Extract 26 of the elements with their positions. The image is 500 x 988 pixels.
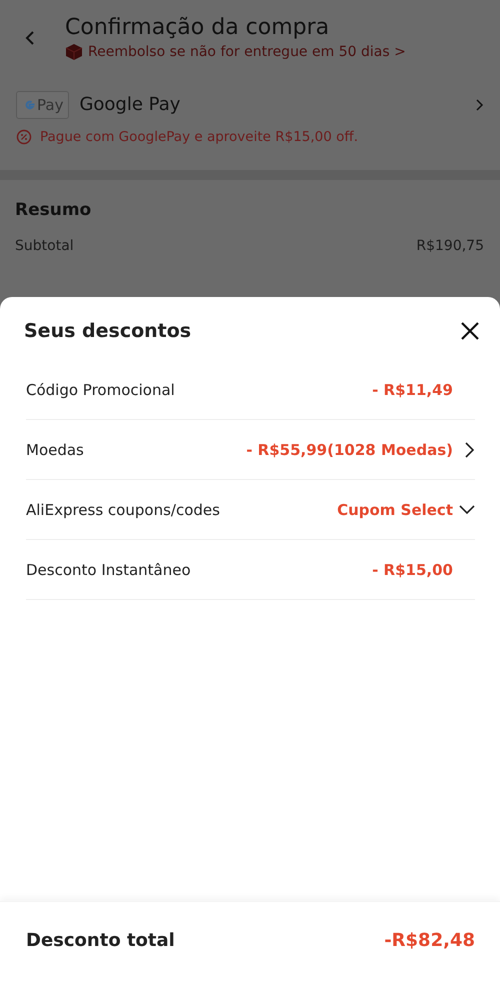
- discount-value: - R$15,00: [372, 560, 453, 578]
- summary-value: R$190,75: [416, 238, 484, 254]
- close-icon[interactable]: [460, 320, 480, 340]
- discount-label: Código Promocional: [26, 380, 176, 398]
- chevron-down-icon[interactable]: [459, 504, 475, 515]
- chevron-right-icon[interactable]: [464, 440, 475, 458]
- total-label: Desconto total: [26, 930, 175, 950]
- box-icon: [65, 43, 83, 61]
- sheet-title: Seus descontos: [24, 320, 192, 342]
- summary-title: Resumo: [15, 200, 92, 220]
- discount-icon: [16, 129, 32, 145]
- google-pay-logo: Pay: [16, 90, 70, 118]
- payment-method-name: Google Pay: [79, 94, 182, 115]
- refund-notice[interactable]: Reembolso se não for entregue em 50 dias >: [88, 44, 406, 60]
- back-icon[interactable]: [24, 30, 35, 46]
- chevron-right-icon: [475, 98, 484, 112]
- discount-label: Desconto Instantâneo: [26, 560, 192, 578]
- discount-value[interactable]: - R$55,99(1028 Moedas): [246, 440, 453, 458]
- discount-value: - R$11,49: [372, 380, 453, 398]
- summary-label: Subtotal: [15, 238, 74, 254]
- total-value: -R$82,48: [384, 930, 475, 950]
- discount-label: AliExpress coupons/codes: [26, 500, 221, 518]
- page-title: Confirmação da compra: [65, 14, 330, 42]
- coupon-selector[interactable]: Cupom Select: [337, 500, 453, 518]
- discount-label: Moedas: [26, 440, 85, 458]
- promo-text: Pague com GooglePay e aproveite R$15,00 off.: [40, 129, 358, 145]
